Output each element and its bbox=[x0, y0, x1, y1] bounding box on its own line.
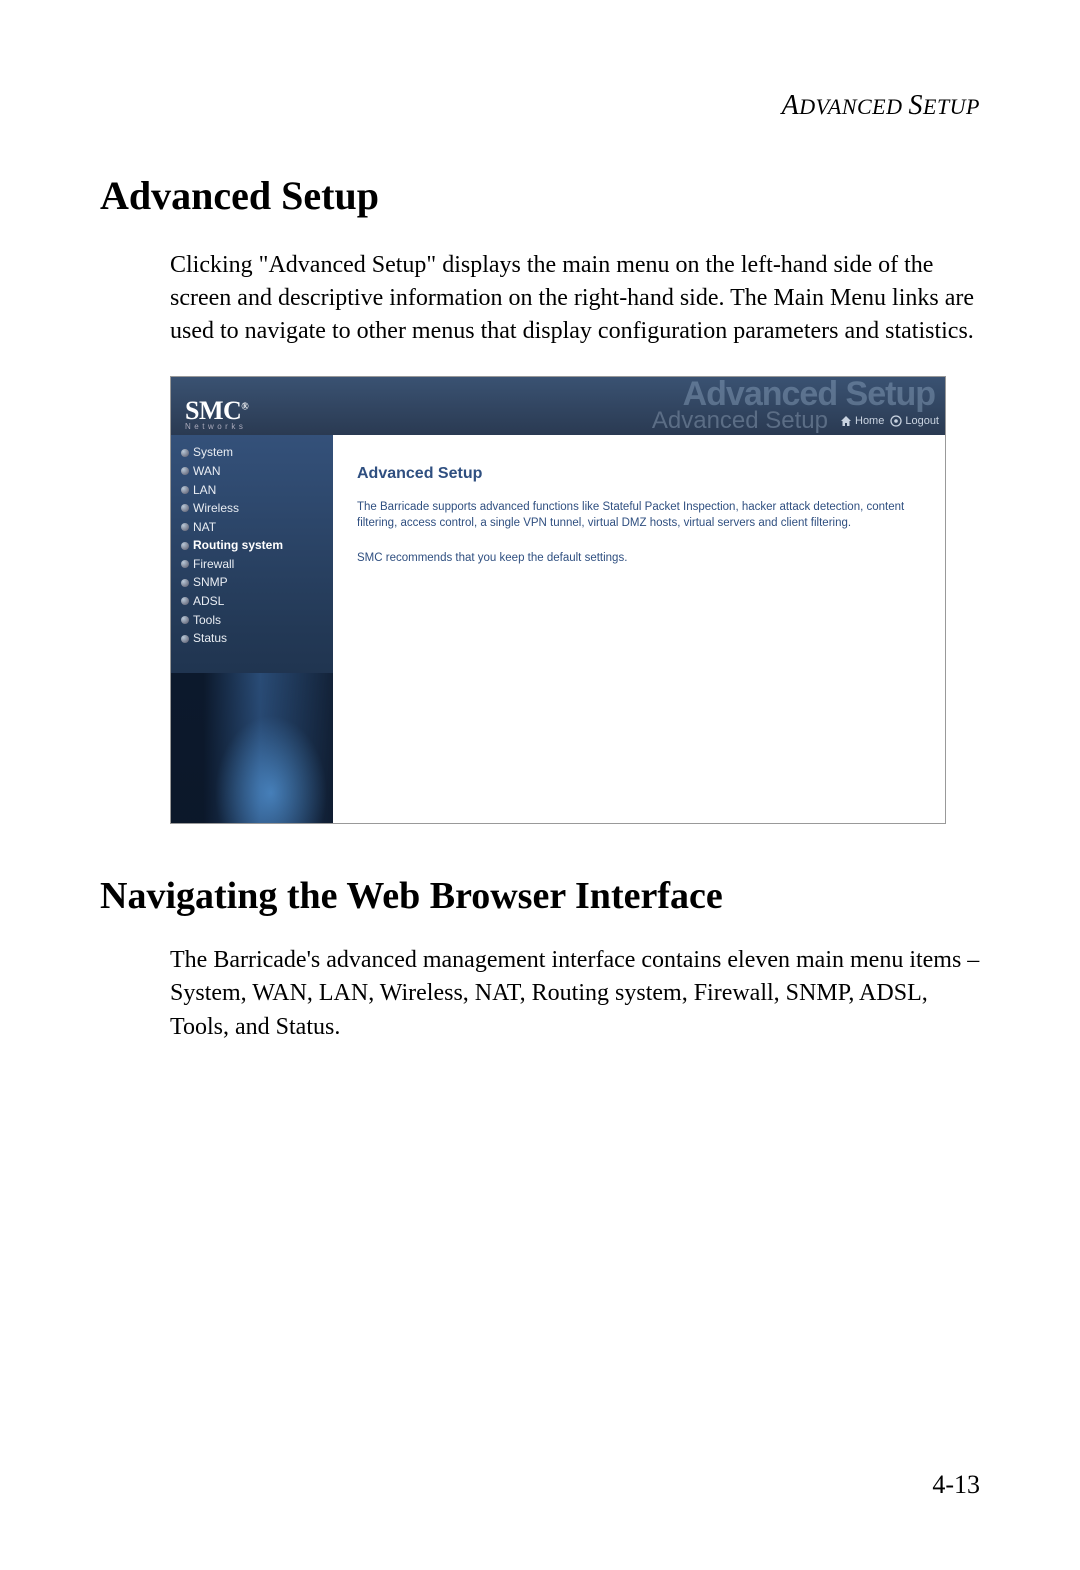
nav-nat[interactable]: NAT bbox=[181, 518, 333, 537]
home-icon bbox=[840, 415, 852, 427]
content-panel: Advanced Setup The Barricade supports ad… bbox=[333, 435, 945, 823]
bullet-icon bbox=[181, 523, 189, 531]
bullet-icon bbox=[181, 597, 189, 605]
router-ui-screenshot: SMC® Networks Advanced Setup Advanced Se… bbox=[170, 376, 946, 824]
bullet-icon bbox=[181, 542, 189, 550]
ui-body: System WAN LAN Wireless NAT Routing syst… bbox=[171, 435, 945, 823]
bullet-icon bbox=[181, 467, 189, 475]
nav-snmp[interactable]: SNMP bbox=[181, 573, 333, 592]
nav-firewall[interactable]: Firewall bbox=[181, 555, 333, 574]
bullet-icon bbox=[181, 560, 189, 568]
nav-adsl[interactable]: ADSL bbox=[181, 592, 333, 611]
home-button[interactable]: Home bbox=[840, 415, 884, 427]
nav-routing-system[interactable]: Routing system bbox=[181, 536, 333, 555]
brand-text: SMC® bbox=[185, 399, 248, 422]
document-page: ADVANCED SETUP Advanced Setup Clicking "… bbox=[0, 0, 1080, 1570]
running-header: ADVANCED SETUP bbox=[100, 90, 980, 122]
logout-icon bbox=[890, 415, 902, 427]
bullet-icon bbox=[181, 486, 189, 494]
nav-system[interactable]: System bbox=[181, 443, 333, 462]
ui-header: SMC® Networks Advanced Setup Advanced Se… bbox=[171, 377, 945, 435]
nav-status[interactable]: Status bbox=[181, 629, 333, 648]
content-paragraph-2: SMC recommends that you keep the default… bbox=[357, 550, 921, 566]
paragraph-navigating: The Barricade's advanced management inte… bbox=[170, 944, 980, 1043]
page-number: 4-13 bbox=[932, 1470, 980, 1500]
bullet-icon bbox=[181, 635, 189, 643]
header-title: Advanced Setup bbox=[652, 407, 828, 435]
heading-advanced-setup: Advanced Setup bbox=[100, 172, 980, 219]
bullet-icon bbox=[181, 504, 189, 512]
paragraph-advanced-setup: Clicking "Advanced Setup" displays the m… bbox=[170, 249, 980, 348]
heading-navigating: Navigating the Web Browser Interface bbox=[100, 874, 980, 918]
nav-lan[interactable]: LAN bbox=[181, 481, 333, 500]
bullet-icon bbox=[181, 449, 189, 457]
sidebar-decorative-image bbox=[171, 673, 333, 823]
bullet-icon bbox=[181, 579, 189, 587]
bullet-icon bbox=[181, 616, 189, 624]
brand-subtext: Networks bbox=[185, 422, 248, 431]
logout-button[interactable]: Logout bbox=[890, 415, 939, 427]
nav-wireless[interactable]: Wireless bbox=[181, 499, 333, 518]
nav-tools[interactable]: Tools bbox=[181, 611, 333, 630]
brand-logo: SMC® Networks bbox=[171, 395, 260, 435]
content-paragraph-1: The Barricade supports advanced function… bbox=[357, 499, 921, 531]
logout-label: Logout bbox=[905, 415, 939, 427]
nav-wan[interactable]: WAN bbox=[181, 462, 333, 481]
home-label: Home bbox=[855, 415, 884, 427]
content-title: Advanced Setup bbox=[357, 465, 921, 483]
sidebar-nav: System WAN LAN Wireless NAT Routing syst… bbox=[171, 435, 333, 823]
